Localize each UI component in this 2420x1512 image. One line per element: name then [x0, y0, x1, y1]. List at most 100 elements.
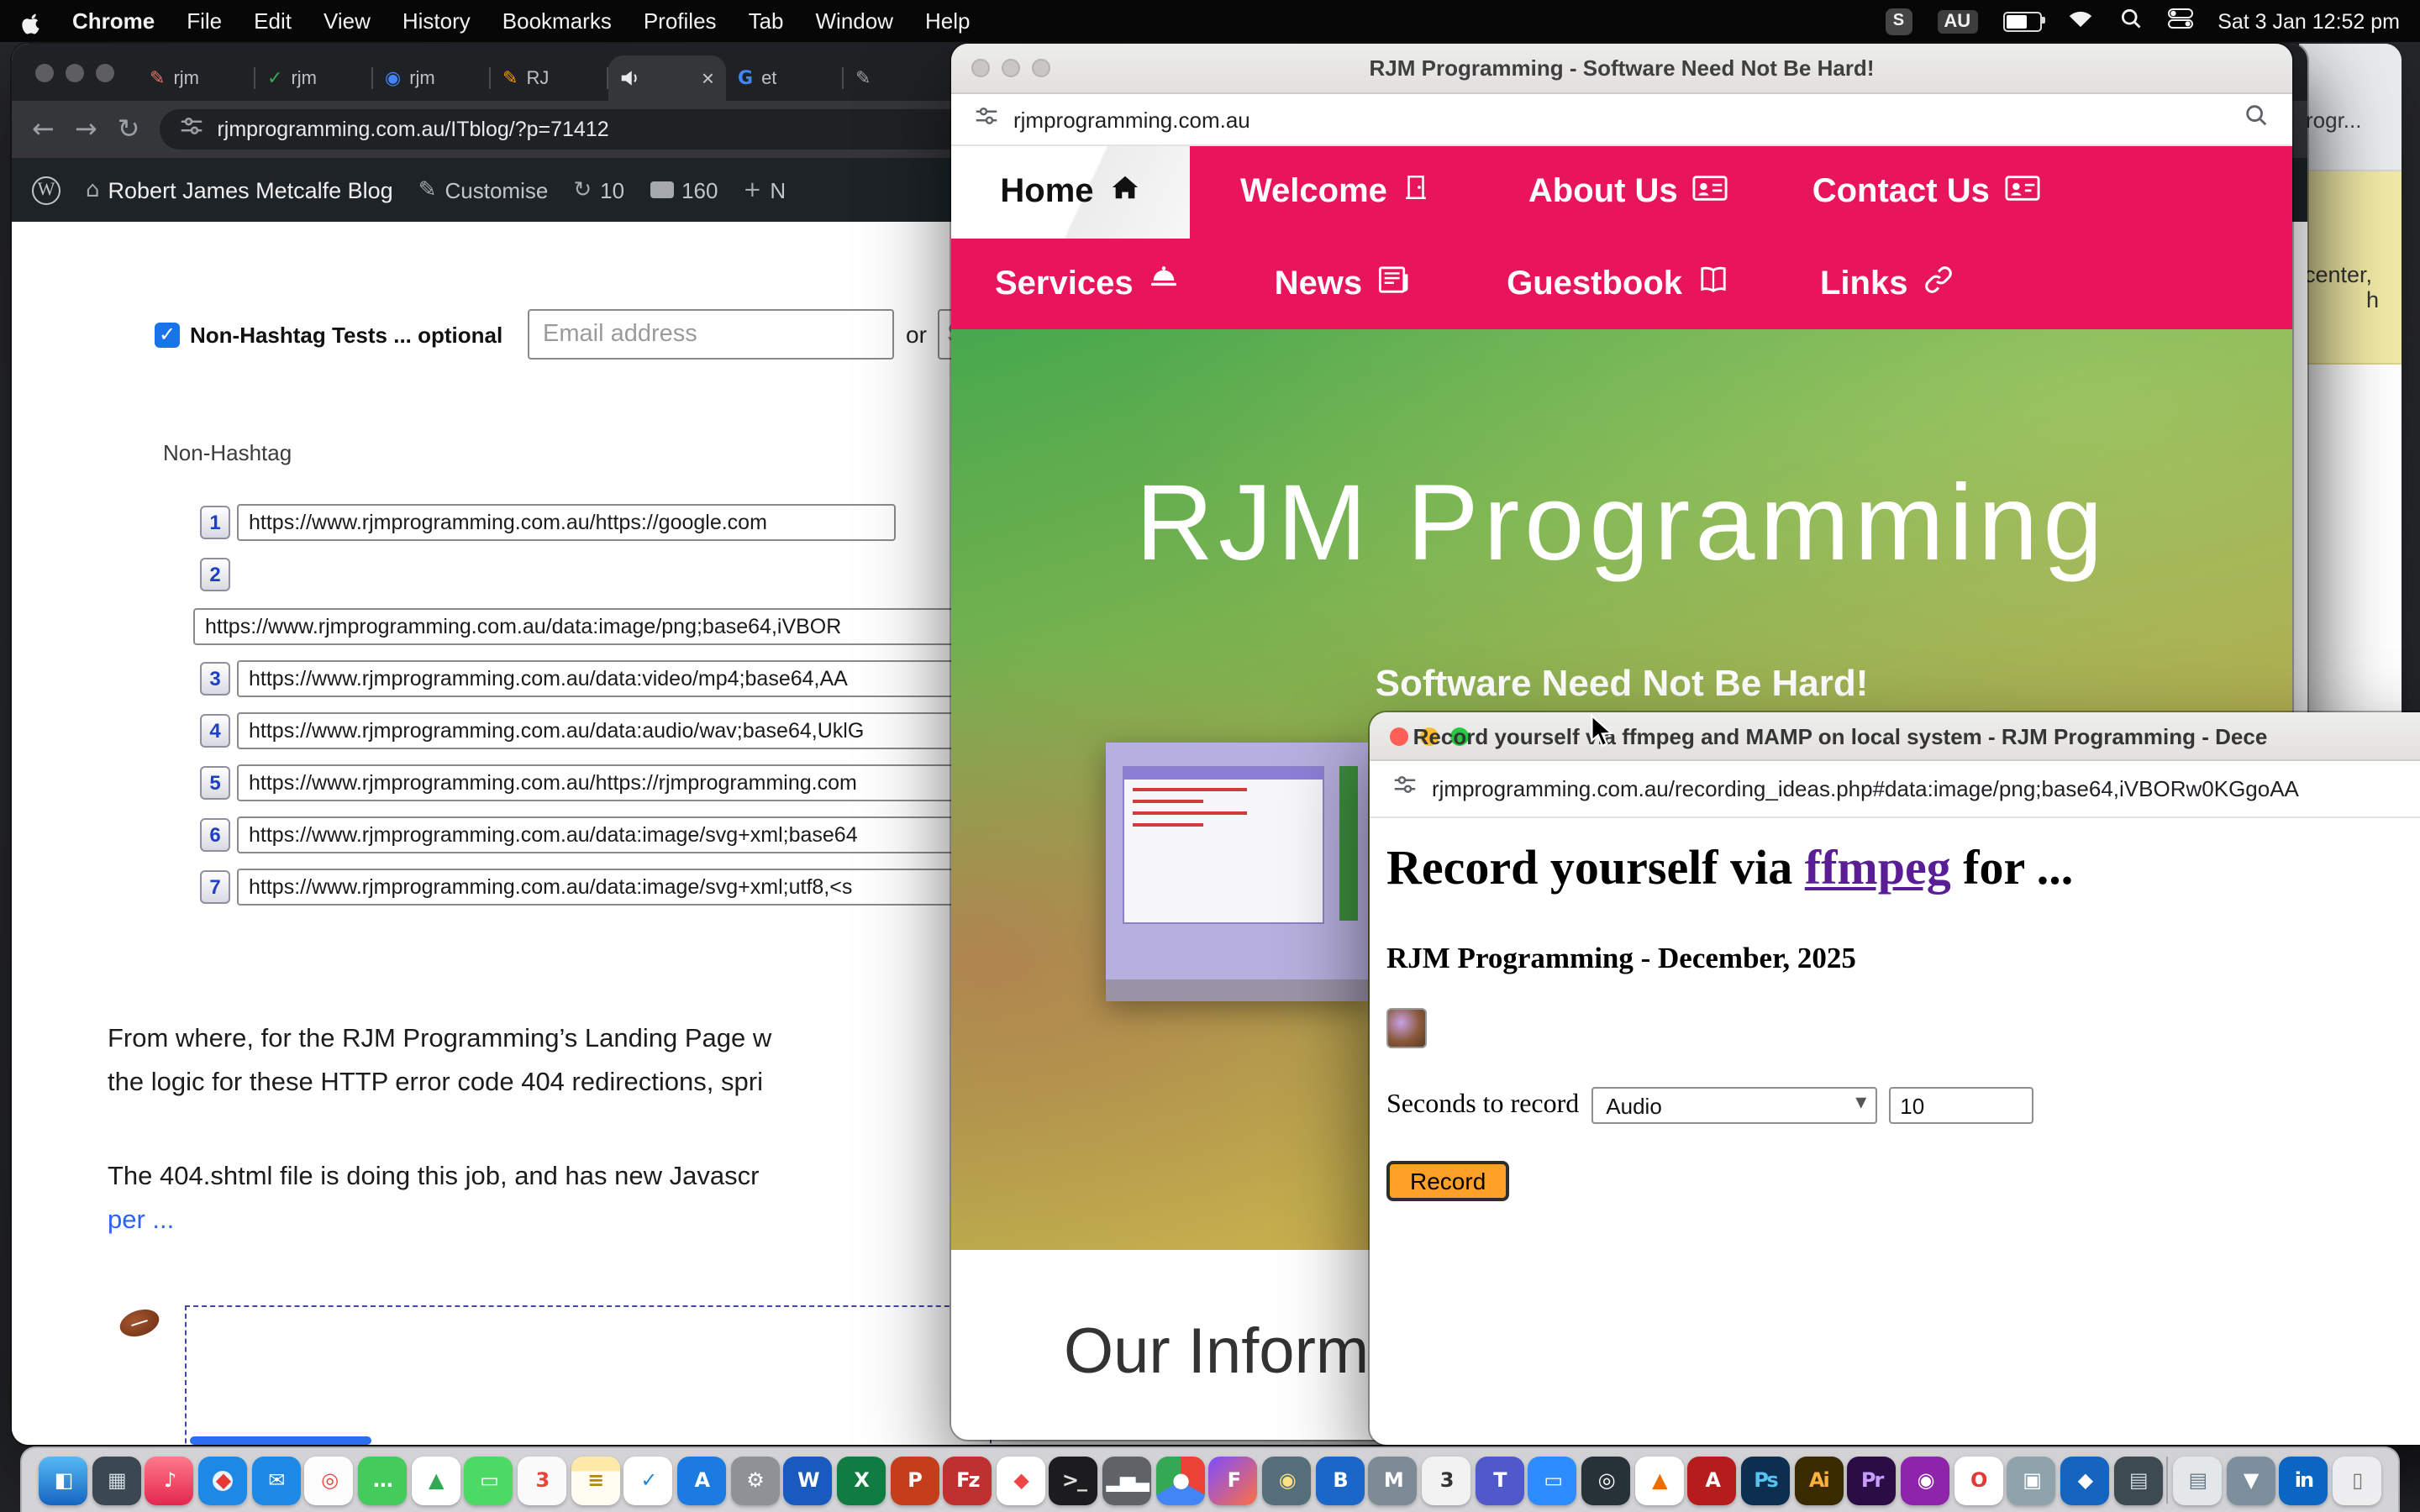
front-window-titlebar[interactable]: Record yourself via ffmpeg and MAMP on l…	[1370, 712, 2420, 761]
browser-tab[interactable]: ◉ rjm ×	[373, 55, 491, 101]
wordpress-logo-icon[interactable]: W	[32, 176, 60, 204]
middle-window-titlebar[interactable]: RJM Programming - Software Need Not Be H…	[951, 44, 2292, 94]
record-button[interactable]: Record	[1386, 1161, 1509, 1201]
middle-address-bar[interactable]: rjmprogramming.com.au	[951, 94, 2292, 146]
test-2-button[interactable]: 2	[200, 558, 230, 591]
menu-item[interactable]: File	[187, 8, 222, 34]
window-controls[interactable]	[25, 44, 138, 101]
nav-item-news[interactable]: News	[1275, 239, 1410, 331]
test-5-url-input[interactable]	[237, 764, 1000, 801]
site-settings-icon[interactable]	[975, 103, 998, 135]
per-link[interactable]: per ...	[108, 1206, 174, 1235]
wp-updates-menu[interactable]: ↻ 10	[573, 177, 624, 202]
dock-firefox-icon[interactable]: F	[1209, 1456, 1258, 1504]
screenshot-tool-icon[interactable]: S	[1885, 8, 1912, 34]
dock-photos-icon[interactable]: ◎	[305, 1456, 354, 1504]
screenshot-thumbnail[interactable]	[1106, 743, 1368, 1001]
dock-calendar-icon[interactable]: 3	[518, 1456, 566, 1504]
forward-icon[interactable]: →	[75, 116, 97, 143]
dock-window-counter-icon[interactable]: 3	[1422, 1456, 1470, 1504]
media-type-select[interactable]: Audio ▾	[1591, 1087, 1876, 1124]
browser-tab[interactable]: ✓ rjm ×	[255, 55, 373, 101]
seconds-input[interactable]	[1888, 1087, 2033, 1124]
menu-item[interactable]: History	[402, 8, 471, 34]
dock-downloads-icon[interactable]: ▼	[2226, 1456, 2275, 1504]
recorded-thumbnail-image[interactable]	[1386, 1008, 1427, 1048]
test-7-url-input[interactable]	[237, 869, 1000, 906]
ffmpeg-link[interactable]: ffmpeg	[1805, 842, 1951, 895]
dock-reminders-icon[interactable]: ✓	[623, 1456, 672, 1504]
nav-item-services[interactable]: Services	[995, 239, 1181, 331]
menu-item[interactable]: View	[324, 8, 371, 34]
input-source-indicator[interactable]: AU	[1937, 9, 1977, 33]
browser-tab[interactable]: G et ×	[726, 55, 844, 101]
control-center-icon[interactable]	[2167, 8, 2192, 34]
dock-documents-folder-icon[interactable]: ▤	[2173, 1456, 2222, 1504]
menu-item[interactable]: Chrome	[72, 8, 155, 34]
dock-photoshop-icon[interactable]: Ps	[1741, 1456, 1790, 1504]
dock-messages-icon[interactable]: …	[358, 1456, 407, 1504]
dock-mail-icon[interactable]: ✉	[251, 1456, 300, 1504]
dock-finder-icon[interactable]: ◧	[39, 1456, 87, 1504]
menu-item[interactable]: Help	[925, 8, 971, 34]
dock-acrobat-icon[interactable]: A	[1688, 1456, 1737, 1504]
dock-podcasts-icon[interactable]: ◉	[1901, 1456, 1949, 1504]
dock-illustrator-icon[interactable]: Ai	[1794, 1456, 1843, 1504]
dock-teams-icon[interactable]: T	[1475, 1456, 1523, 1504]
dock-linkedin-icon[interactable]: in	[2279, 1456, 2328, 1504]
test-1-button[interactable]: 1	[200, 506, 230, 539]
wp-comments-menu[interactable]: 160	[650, 177, 718, 202]
menu-item[interactable]: Bookmarks	[502, 8, 612, 34]
test-4-button[interactable]: 4	[200, 714, 230, 748]
email-field[interactable]	[528, 309, 894, 360]
dock-preview-icon[interactable]: ▣	[2007, 1456, 2056, 1504]
tab-close-icon[interactable]: ×	[702, 67, 714, 89]
browser-tab[interactable]: ✎ ×	[844, 55, 961, 101]
test-6-button[interactable]: 6	[200, 818, 230, 852]
tab-audio-icon[interactable]	[620, 69, 640, 87]
menu-item[interactable]: Window	[816, 8, 894, 34]
minimize-window-button[interactable]	[66, 63, 84, 81]
wifi-icon[interactable]	[2066, 8, 2093, 34]
spotlight-icon[interactable]	[2118, 7, 2142, 35]
nav-item-about-us[interactable]: About Us	[1528, 146, 1728, 239]
test-5-button[interactable]: 5	[200, 766, 230, 800]
dock-mamp-icon[interactable]: M	[1369, 1456, 1418, 1504]
site-settings-icon[interactable]	[1393, 773, 1417, 805]
dock-premiere-icon[interactable]: Pr	[1848, 1456, 1897, 1504]
nav-item-guestbook[interactable]: Guestbook	[1507, 239, 1729, 331]
dock-opera-icon[interactable]: O	[1954, 1456, 2002, 1504]
wp-new-menu[interactable]: + N	[744, 177, 786, 202]
test-6-url-input[interactable]	[237, 816, 1000, 853]
menu-item[interactable]: Profiles	[644, 8, 717, 34]
nav-item-home[interactable]: Home	[951, 146, 1190, 239]
zoom-search-icon[interactable]	[2244, 102, 2269, 136]
menu-bar-clock[interactable]: Sat 3 Jan 12:52 pm	[2217, 9, 2400, 33]
dock-pictures-icon[interactable]: ▤	[2113, 1456, 2162, 1504]
dock-bbedit-icon[interactable]: B	[1316, 1456, 1365, 1504]
dock-terminal-icon[interactable]: >_	[1050, 1456, 1098, 1504]
dock-anydesk-icon[interactable]: ◆	[997, 1456, 1045, 1504]
dock-trash-icon[interactable]: ▯	[2333, 1456, 2381, 1504]
dock-powerpoint-icon[interactable]: P	[890, 1456, 939, 1504]
close-window-button[interactable]	[35, 63, 54, 81]
dock-notes-icon[interactable]: ≡	[571, 1456, 619, 1504]
nav-item-welcome[interactable]: Welcome	[1240, 146, 1431, 239]
dock-zoom-icon[interactable]: ▭	[1528, 1456, 1577, 1504]
zoom-window-button[interactable]	[96, 63, 114, 81]
dock-music-icon[interactable]: ♪	[145, 1456, 194, 1504]
dock-chrome-icon[interactable]: ●	[1156, 1456, 1205, 1504]
test-7-button[interactable]: 7	[200, 870, 230, 904]
dock-facetime-icon[interactable]: ▭	[465, 1456, 513, 1504]
dock-activity-monitor-icon[interactable]: ▂▅▃	[1102, 1456, 1151, 1504]
menu-item[interactable]: Edit	[254, 8, 292, 34]
dock-excel-icon[interactable]: X	[837, 1456, 886, 1504]
dock-filezilla-icon[interactable]: Fz	[943, 1456, 992, 1504]
dock-app-store-icon[interactable]: A	[677, 1456, 726, 1504]
test-3-button[interactable]: 3	[200, 662, 230, 696]
front-address-bar[interactable]: rjmprogramming.com.au/recording_ideas.ph…	[1370, 761, 2420, 818]
browser-tab[interactable]: ✎ RJ ×	[491, 55, 608, 101]
browser-tab[interactable]: ×	[608, 55, 726, 101]
browser-tab[interactable]: ✎ rjm ×	[138, 55, 255, 101]
battery-icon[interactable]	[2002, 11, 2041, 31]
